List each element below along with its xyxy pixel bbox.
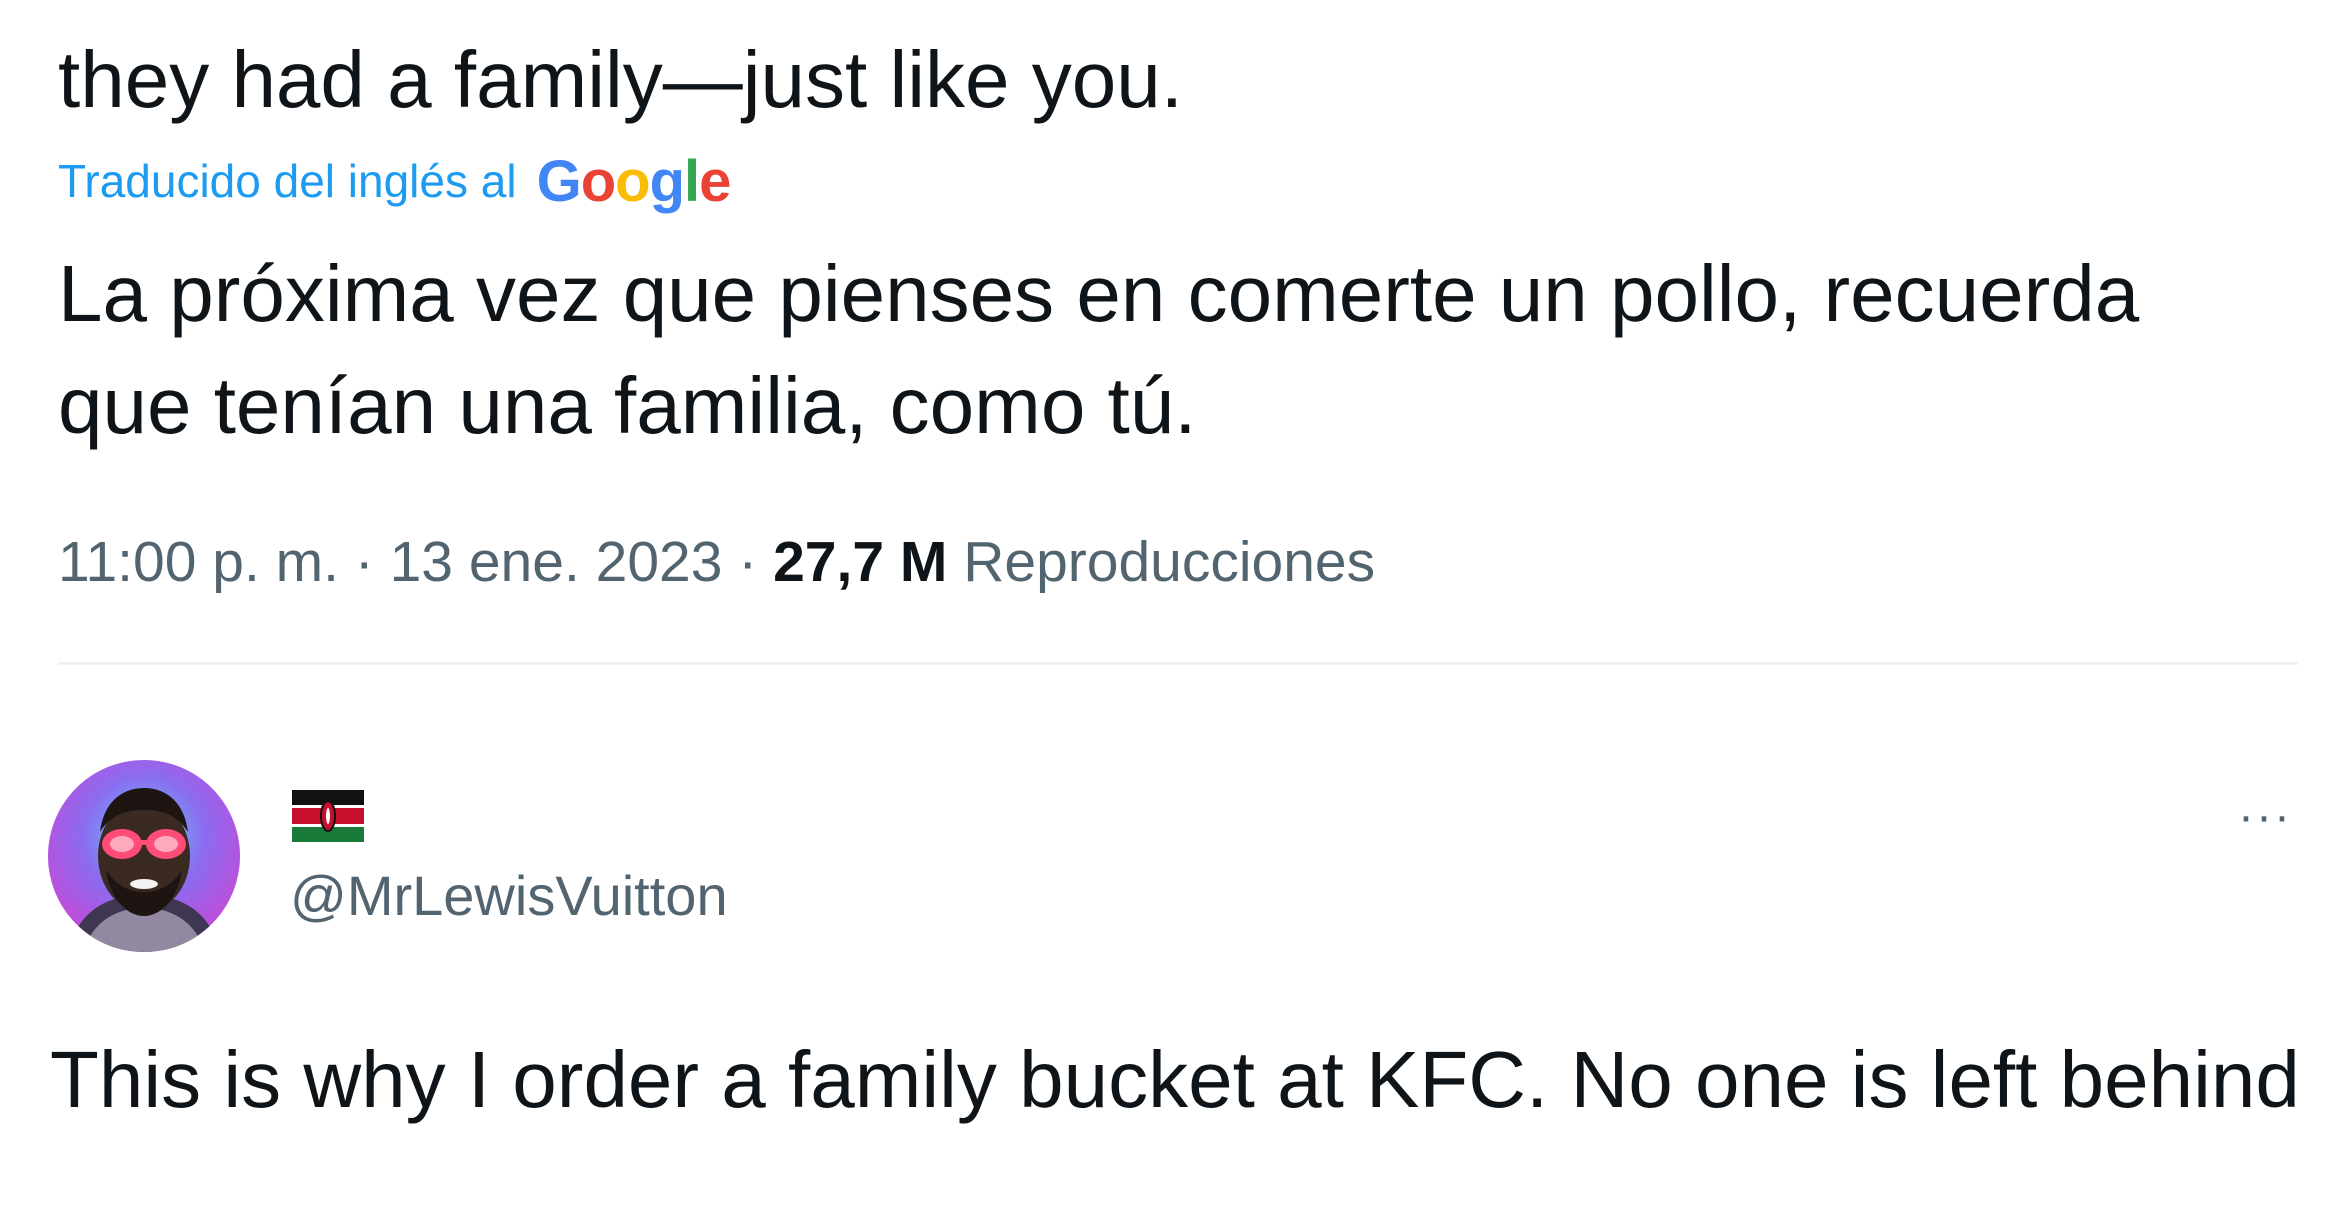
google-logo-letter: o (580, 148, 616, 214)
google-logo-letter: G (536, 148, 582, 214)
meta-separator: · (738, 530, 758, 594)
divider (58, 662, 2298, 665)
reply-handle[interactable]: @MrLewisVuitton (290, 862, 728, 930)
tweet-time[interactable]: 11:00 p. m. (58, 530, 339, 594)
google-logo-letter: e (699, 148, 731, 214)
google-logo: Google (536, 148, 732, 215)
meta-separator: · (354, 530, 374, 594)
tweet-original-text: they had a family—just like you. (58, 35, 1183, 124)
google-logo-letter: l (684, 148, 700, 214)
avatar-image (48, 760, 240, 952)
translated-from-label[interactable]: Traducido del inglés al (58, 154, 517, 208)
tweet-date[interactable]: 13 ene. 2023 (390, 530, 723, 594)
views-label: Reproducciones (963, 530, 1376, 594)
tweet-translated-text: La próxima vez que pienses en comerte un… (58, 249, 2140, 450)
views-count: 27,7 M (773, 530, 948, 594)
google-logo-letter: o (615, 148, 650, 214)
google-logo-letter: g (649, 148, 685, 214)
more-options-button[interactable]: ··· (2230, 790, 2300, 843)
avatar[interactable] (48, 760, 240, 952)
translation-attribution: Traducido del inglés al Google (58, 148, 732, 215)
kenya-flag-icon (292, 790, 364, 842)
tweet-meta: 11:00 p. m. · 13 ene. 2023 · 27,7 M Repr… (58, 528, 1375, 596)
reply-text: This is why I order a family bucket at K… (50, 1035, 2300, 1124)
